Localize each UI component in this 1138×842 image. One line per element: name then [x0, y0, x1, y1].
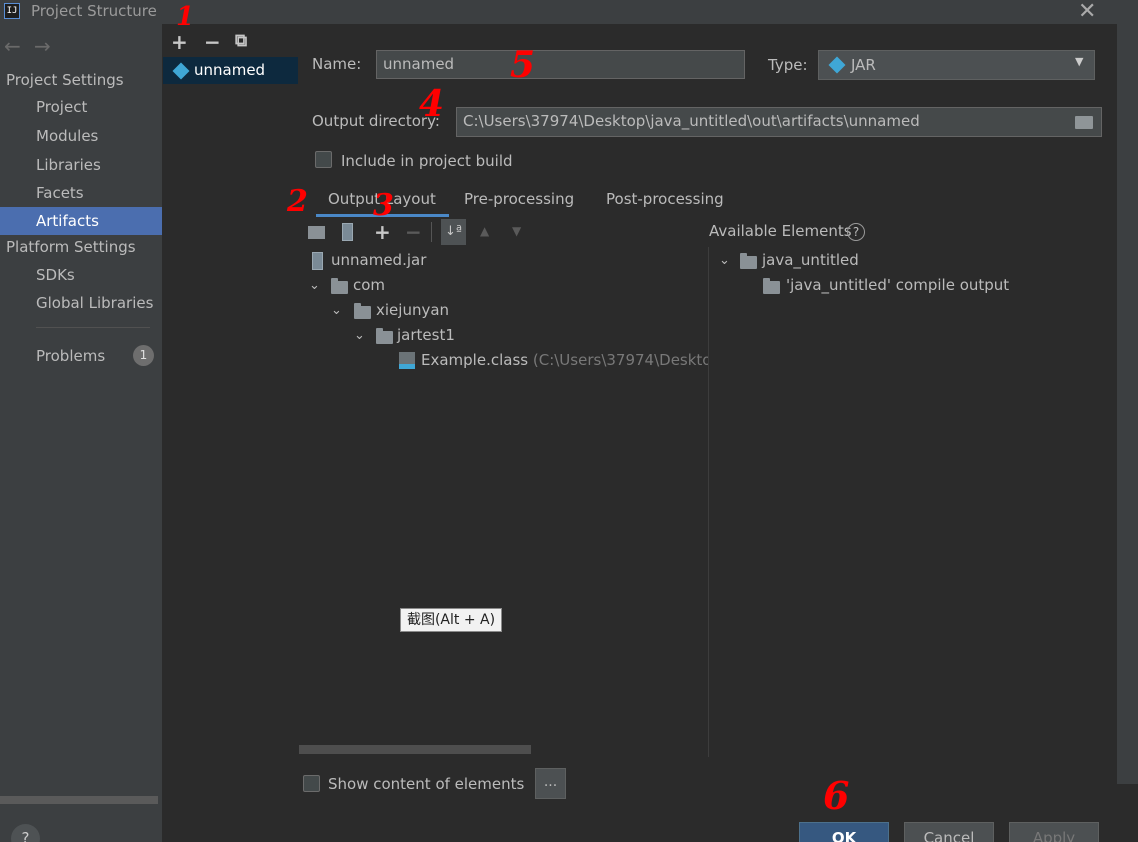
intellij-logo-icon: IJ: [4, 3, 20, 19]
available-elements-tree: [709, 247, 1117, 757]
tree-item-xiejunyan[interactable]: xiejunyan: [376, 301, 449, 319]
folder-browse-icon[interactable]: [1075, 116, 1093, 129]
module-output-icon: [763, 278, 780, 294]
forward-arrow-icon[interactable]: →: [34, 34, 51, 58]
ok-button[interactable]: OK: [799, 822, 889, 842]
remove-artifact-icon[interactable]: −: [204, 30, 221, 54]
apply-button[interactable]: Apply: [1009, 822, 1099, 842]
output-directory-field[interactable]: C:\Users\37974\Desktop\java_untitled\out…: [456, 107, 1102, 137]
title-bar: [0, 0, 1138, 24]
jar-file-icon: [312, 252, 323, 270]
module-folder-icon: [740, 253, 757, 269]
tree-item-java-untitled[interactable]: java_untitled: [762, 251, 859, 269]
sidebar-item-libraries[interactable]: Libraries: [0, 151, 162, 179]
back-arrow-icon[interactable]: ←: [4, 34, 21, 58]
available-elements-header: Available Elements: [709, 222, 852, 240]
help-icon[interactable]: ?: [847, 223, 865, 241]
screenshot-tooltip: 截图(Alt + A): [400, 608, 502, 632]
chevron-down-icon[interactable]: ⌄: [309, 278, 320, 293]
more-options-button[interactable]: ...: [535, 768, 566, 799]
tab-post-processing[interactable]: Post-processing: [606, 190, 724, 208]
active-tab-indicator: [316, 214, 449, 217]
sort-elements-icon[interactable]: ↓ª: [441, 219, 466, 245]
sidebar-item-global-libraries[interactable]: Global Libraries: [0, 289, 162, 317]
add-artifact-icon[interactable]: +: [171, 30, 188, 54]
include-build-checkbox[interactable]: [315, 151, 332, 168]
remove-element-icon[interactable]: −: [405, 220, 422, 244]
name-label: Name:: [312, 55, 362, 73]
type-label: Type:: [768, 56, 808, 74]
annotation-6: 6: [823, 773, 850, 818]
chevron-down-icon[interactable]: ⌄: [354, 328, 365, 343]
create-archive-icon[interactable]: [342, 223, 353, 241]
tree-item-compile-output[interactable]: 'java_untitled' compile output: [786, 276, 1009, 294]
tab-output-layout[interactable]: Output Layout: [328, 190, 436, 208]
cancel-button[interactable]: Cancel: [904, 822, 994, 842]
class-file-icon: [399, 352, 415, 369]
horizontal-scrollbar[interactable]: [299, 745, 531, 754]
show-content-checkbox[interactable]: [303, 775, 320, 792]
sidebar-divider: [36, 327, 150, 328]
toolbar-separator: [431, 222, 432, 242]
copy-artifact-icon[interactable]: ⧉: [235, 31, 247, 51]
add-element-icon[interactable]: +: [374, 220, 391, 244]
tab-pre-processing[interactable]: Pre-processing: [464, 190, 574, 208]
project-settings-header: Project Settings: [6, 71, 124, 89]
tree-item-unnamed-jar[interactable]: unnamed.jar: [331, 251, 426, 269]
sidebar-item-artifacts[interactable]: Artifacts: [0, 207, 162, 235]
sidebar-item-project[interactable]: Project: [0, 93, 162, 121]
chevron-down-icon[interactable]: ⌄: [719, 253, 730, 268]
show-content-label: Show content of elements: [328, 775, 525, 793]
tree-item-example-class[interactable]: Example.class (C:\Users\37974\Desktop\: [421, 351, 708, 369]
class-file-path: (C:\Users\37974\Desktop\: [532, 351, 708, 369]
output-directory-label: Output directory:: [312, 112, 440, 130]
name-field[interactable]: unnamed: [376, 50, 745, 79]
platform-settings-header: Platform Settings: [6, 238, 136, 256]
output-layout-tree: [299, 247, 708, 757]
problems-count-badge: 1: [133, 345, 154, 366]
window-title: Project Structure: [31, 2, 157, 20]
chevron-down-icon[interactable]: ▼: [1075, 55, 1083, 68]
sidebar-item-sdks[interactable]: SDKs: [0, 261, 162, 289]
include-build-label: Include in project build: [341, 152, 513, 170]
folder-icon: [376, 328, 393, 344]
tree-item-com[interactable]: com: [353, 276, 385, 294]
folder-icon: [354, 303, 371, 319]
class-file-name: Example.class: [421, 351, 529, 369]
close-icon[interactable]: ✕: [1078, 0, 1096, 24]
folder-icon: [331, 278, 348, 294]
artifact-name: unnamed: [194, 61, 266, 79]
chevron-down-icon[interactable]: ⌄: [331, 303, 342, 318]
sidebar-scrollbar[interactable]: [0, 796, 158, 804]
move-up-icon[interactable]: ▲: [480, 224, 489, 238]
type-value: JAR: [851, 56, 876, 74]
right-edge-strip: [1117, 24, 1138, 784]
sidebar-item-facets[interactable]: Facets: [0, 179, 162, 207]
create-directory-icon[interactable]: [308, 226, 325, 239]
move-down-icon[interactable]: ▼: [512, 224, 521, 238]
artifacts-list: [163, 57, 298, 807]
tree-item-jartest1[interactable]: jartest1: [397, 326, 455, 344]
sidebar-item-modules[interactable]: Modules: [0, 122, 162, 150]
